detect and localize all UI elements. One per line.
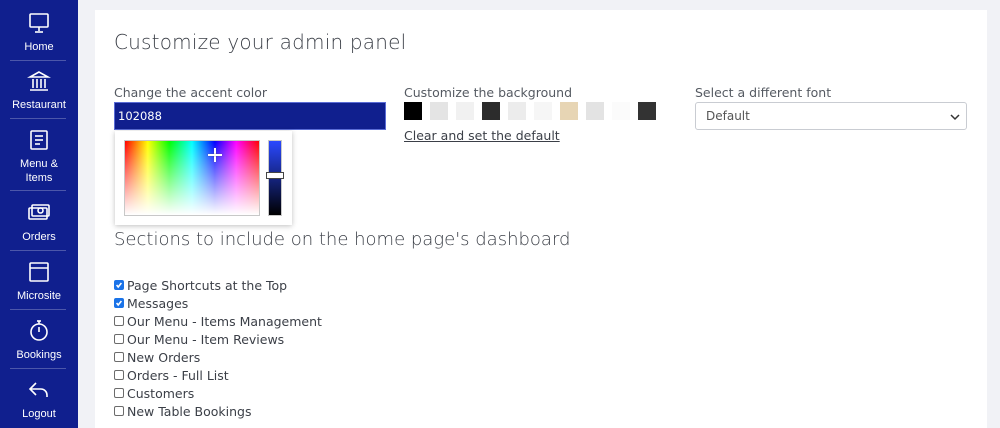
dashboard-section-option[interactable]: Orders - Full List (114, 366, 322, 384)
background-swatch[interactable] (534, 102, 552, 120)
checkbox-label: Messages (127, 295, 189, 311)
checkmark-icon (115, 282, 123, 289)
checkbox-label: New Orders (127, 349, 201, 365)
dashboard-sections-title: Sections to include on the home page's d… (114, 229, 571, 250)
checkbox[interactable] (114, 280, 124, 290)
sidebar-item-microsite[interactable]: Microsite (0, 259, 78, 303)
dashboard-section-option[interactable]: New Table Bookings (114, 402, 322, 420)
font-label: Select a different font (695, 85, 832, 100)
value-slider[interactable] (266, 140, 284, 216)
sidebar-item-home[interactable]: Home (0, 10, 78, 54)
monitor-icon (26, 10, 52, 36)
browser-window-icon (26, 259, 52, 285)
dashboard-section-option[interactable]: New Orders (114, 348, 322, 366)
checkbox-label: Our Menu - Item Reviews (127, 331, 285, 347)
background-swatch[interactable] (430, 102, 448, 120)
sidebar-divider (10, 309, 66, 310)
sidebar-item-menu-items[interactable]: Menu & Items (0, 127, 78, 185)
sidebar-item-label: Microsite (16, 290, 61, 302)
sidebar-item-bookings[interactable]: Bookings (0, 318, 78, 362)
dashboard-sections-list: Page Shortcuts at the Top Messages Our Men… (114, 276, 322, 420)
dashboard-section-option[interactable]: Customers (114, 384, 322, 402)
background-swatch[interactable] (482, 102, 500, 120)
background-swatch[interactable] (638, 102, 656, 120)
checkbox[interactable] (114, 316, 124, 326)
background-swatch[interactable] (612, 102, 630, 120)
checkbox[interactable] (114, 334, 124, 344)
dashboard-section-option[interactable]: Page Shortcuts at the Top (114, 276, 322, 294)
accent-color-label: Change the accent color (114, 85, 267, 100)
building-icon (26, 68, 52, 94)
sidebar: Home Restaurant Menu & Items Orders Micr… (0, 0, 78, 428)
menu-book-icon (26, 127, 52, 153)
background-label: Customize the background (404, 85, 573, 100)
sidebar-item-logout[interactable]: Logout (0, 377, 78, 421)
sidebar-item-restaurant[interactable]: Restaurant (0, 68, 78, 112)
checkmark-icon (115, 300, 123, 307)
crosshair-icon[interactable] (208, 148, 222, 162)
background-swatch[interactable] (404, 102, 422, 120)
sidebar-divider (10, 60, 66, 61)
color-picker-popup (115, 131, 292, 225)
cash-icon (26, 200, 52, 226)
font-select[interactable]: Default (695, 102, 967, 130)
sidebar-divider (10, 250, 66, 251)
reply-arrow-icon (26, 377, 52, 403)
checkbox-label: Our Menu - Items Management (127, 313, 322, 329)
sidebar-item-label: Restaurant (12, 99, 66, 111)
checkbox-label: Customers (127, 385, 195, 401)
checkbox-label: New Table Bookings (127, 403, 252, 419)
checkbox[interactable] (114, 298, 124, 308)
sidebar-item-label: Menu & Items (20, 158, 58, 184)
sidebar-item-label: Home (24, 41, 54, 53)
background-swatches (404, 102, 656, 120)
sidebar-item-orders[interactable]: Orders (0, 200, 78, 244)
dashboard-section-option[interactable]: Our Menu - Items Management (114, 312, 322, 330)
sidebar-divider (10, 368, 66, 369)
checkbox[interactable] (114, 406, 124, 416)
sidebar-item-label: Orders (22, 231, 56, 243)
checkbox-label: Orders - Full List (127, 367, 229, 383)
sidebar-item-label: Logout (22, 408, 56, 420)
sidebar-divider (10, 190, 66, 191)
font-select-value: Default (706, 109, 750, 123)
stopwatch-icon (26, 318, 52, 344)
slider-handle[interactable] (266, 172, 284, 179)
background-swatch[interactable] (456, 102, 474, 120)
accent-color-input[interactable] (114, 102, 386, 130)
background-swatch[interactable] (508, 102, 526, 120)
checkbox-label: Page Shortcuts at the Top (127, 277, 288, 293)
dashboard-section-option[interactable]: Messages (114, 294, 322, 312)
dashboard-section-option[interactable]: Our Menu - Item Reviews (114, 330, 322, 348)
checkbox[interactable] (114, 388, 124, 398)
saturation-value-field[interactable] (124, 140, 260, 216)
checkbox[interactable] (114, 352, 124, 362)
page-title: Customize your admin panel (114, 30, 407, 54)
background-swatch[interactable] (586, 102, 604, 120)
clear-default-link[interactable]: Clear and set the default (404, 128, 560, 143)
checkbox[interactable] (114, 370, 124, 380)
sidebar-item-label: Bookings (16, 349, 62, 361)
background-swatch[interactable] (560, 102, 578, 120)
chevron-down-icon (950, 114, 960, 121)
sidebar-divider (10, 118, 66, 119)
